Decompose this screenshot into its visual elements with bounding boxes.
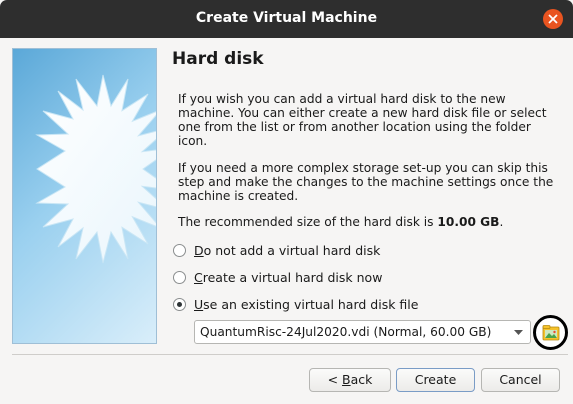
radio-button[interactable] bbox=[173, 270, 186, 284]
recommended-size-text: The recommended size of the hard disk is… bbox=[178, 215, 503, 229]
recommended-size-value: 10.00 GB bbox=[437, 215, 500, 229]
starburst-image bbox=[35, 74, 156, 264]
existing-disk-select[interactable]: QuantumRisc-24Jul2020.vdi (Normal, 60.00… bbox=[194, 320, 531, 344]
close-button[interactable] bbox=[543, 9, 563, 29]
wizard-side-image bbox=[12, 48, 157, 344]
radio-label[interactable]: Use an existing virtual hard disk file bbox=[194, 297, 418, 312]
recommended-size-suffix: . bbox=[499, 215, 504, 229]
chevron-down-icon bbox=[514, 330, 523, 335]
option-no-disk[interactable]: Do not add a virtual hard disk bbox=[173, 241, 380, 259]
back-button[interactable]: < Back bbox=[309, 368, 391, 392]
page-title: Hard disk bbox=[172, 49, 264, 69]
window-title: Create Virtual Machine bbox=[195, 10, 378, 26]
radio-label[interactable]: Do not add a virtual hard disk bbox=[194, 243, 380, 258]
radio-label[interactable]: Create a virtual hard disk now bbox=[194, 270, 382, 285]
choose-disk-file-button[interactable] bbox=[533, 315, 568, 350]
description-paragraph: If you wish you can add a virtual hard d… bbox=[178, 92, 547, 148]
select-value: QuantumRisc-24Jul2020.vdi (Normal, 60.00… bbox=[200, 325, 492, 339]
window-titlebar: Create Virtual Machine bbox=[0, 0, 573, 38]
option-create-disk[interactable]: Create a virtual hard disk now bbox=[173, 268, 382, 286]
description-paragraph: If you need a more complex storage set-u… bbox=[178, 161, 554, 203]
close-icon bbox=[548, 14, 558, 24]
create-button[interactable]: Create bbox=[396, 368, 475, 392]
recommended-size-prefix: The recommended size of the hard disk is bbox=[178, 215, 438, 229]
radio-button[interactable] bbox=[173, 243, 186, 257]
option-existing-disk[interactable]: Use an existing virtual hard disk file bbox=[173, 295, 418, 313]
folder-open-icon bbox=[542, 325, 560, 341]
radio-button-selected[interactable] bbox=[173, 297, 186, 311]
cancel-button[interactable]: Cancel bbox=[481, 368, 560, 392]
footer-divider bbox=[12, 354, 568, 355]
